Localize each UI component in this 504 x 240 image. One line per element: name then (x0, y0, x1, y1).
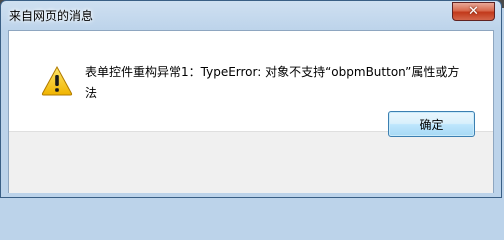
button-bar (9, 131, 493, 193)
warning-icon (41, 65, 73, 96)
message-dialog: 来自网页的消息 ✕ 表单控件重构异常1：TypeError: 对象不支持“obp… (0, 0, 502, 198)
close-button[interactable]: ✕ (452, 2, 495, 21)
ok-button[interactable]: 确定 (388, 111, 475, 137)
window-title: 来自网页的消息 (9, 9, 94, 23)
error-message: 表单控件重构异常1：TypeError: 对象不支持“obpmButton”属性… (85, 65, 460, 100)
title-bar[interactable]: 来自网页的消息 ✕ (1, 1, 501, 29)
close-icon: ✕ (468, 4, 479, 19)
